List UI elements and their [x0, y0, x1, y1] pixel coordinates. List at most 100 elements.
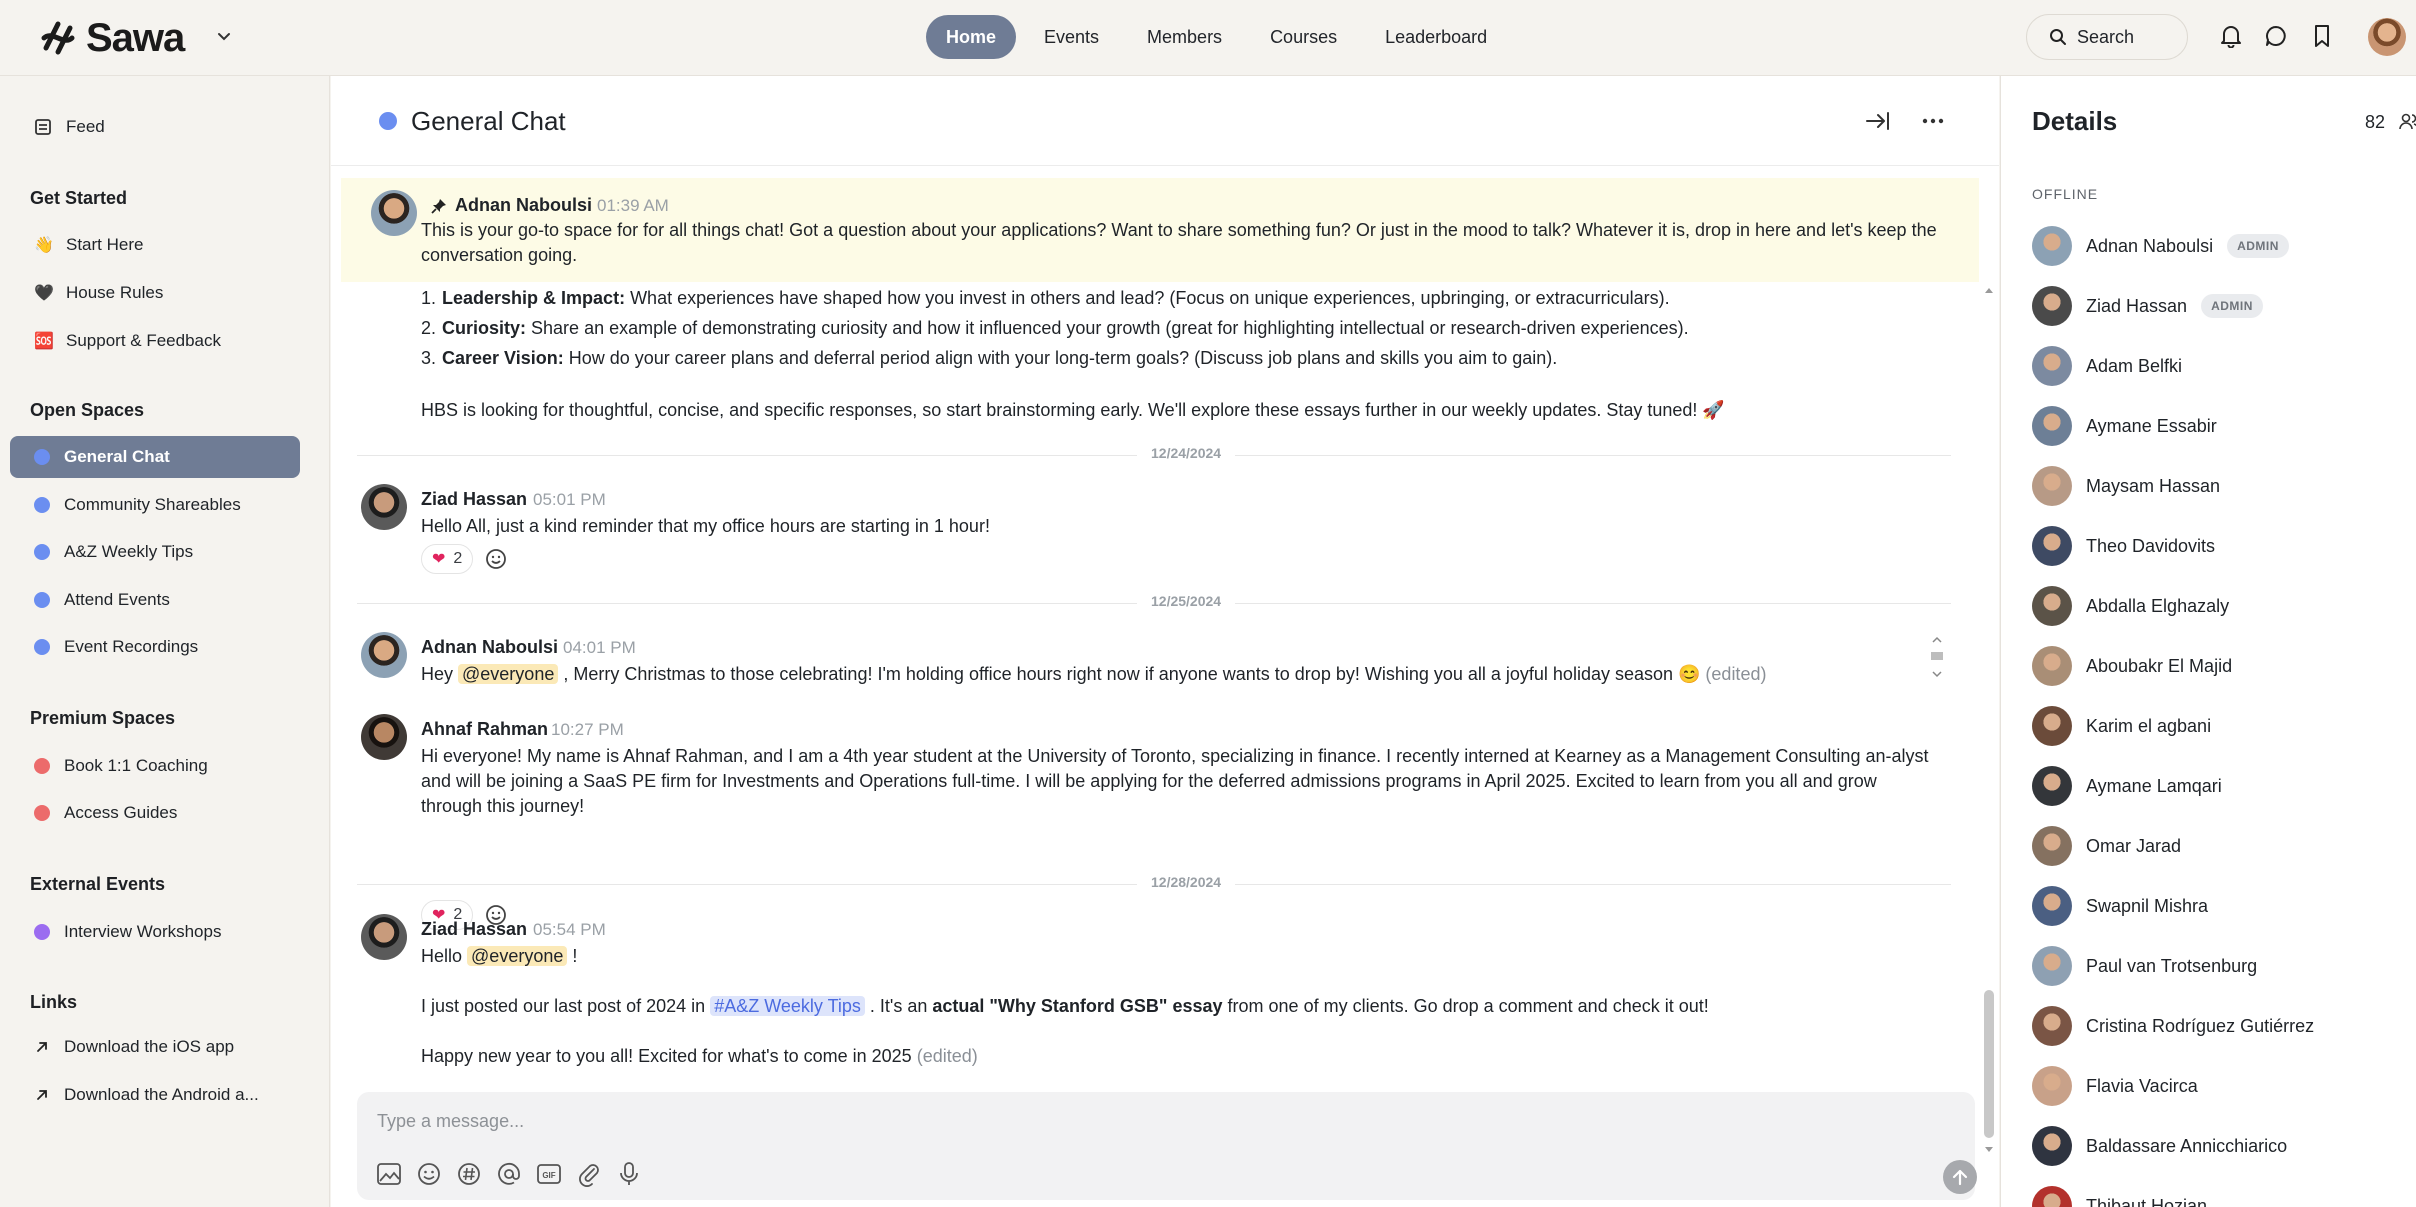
arrow-up-icon — [1952, 1169, 1968, 1186]
member-item[interactable]: Flavia Vacirca — [2032, 1066, 2198, 1106]
sidebar-item-community-shareables[interactable]: Community Shareables — [10, 484, 300, 526]
nav-members[interactable]: Members — [1127, 15, 1242, 59]
member-item[interactable]: Karim el agbani — [2032, 706, 2211, 746]
nav-home[interactable]: Home — [926, 15, 1017, 59]
sidebar-item-start-here[interactable]: 👋 Start Here — [10, 224, 300, 266]
member-item[interactable]: Aymane Essabir — [2032, 406, 2217, 446]
brand-logo[interactable]: Sawa — [38, 15, 185, 60]
message-author[interactable]: Ziad Hassan — [421, 919, 527, 940]
sidebar-item-label: Attend Events — [64, 590, 170, 609]
sidebar-item-label: Download the Android a... — [64, 1085, 259, 1104]
message-input[interactable] — [377, 1106, 1937, 1136]
add-reaction-button[interactable] — [481, 544, 511, 574]
sidebar-item-weekly-tips[interactable]: A&Z Weekly Tips — [10, 531, 300, 573]
bookmark-icon[interactable] — [2312, 24, 2332, 48]
member-item[interactable]: Baldassare Annicchiarico — [2032, 1126, 2287, 1166]
member-item[interactable]: Adam Belfki — [2032, 346, 2182, 386]
member-item[interactable]: Adnan Naboulsi ADMIN — [2032, 226, 2289, 266]
chat-bubble-icon[interactable] — [2264, 24, 2288, 48]
member-item[interactable]: Theo Davidovits — [2032, 526, 2215, 566]
channel-dot-icon — [379, 112, 397, 130]
message-author[interactable]: Adnan Naboulsi — [455, 195, 592, 216]
scroll-thumb[interactable] — [1984, 990, 1994, 1138]
emoji-icon[interactable] — [415, 1160, 443, 1188]
sidebar-item-label: Book 1:1 Coaching — [64, 756, 208, 775]
member-item[interactable]: Ziad Hassan ADMIN — [2032, 286, 2263, 326]
collapse-panel-icon[interactable] — [1865, 110, 1891, 132]
channel-dot-icon — [34, 924, 50, 940]
message-scrollbar[interactable] — [1929, 634, 1945, 680]
sidebar-item-general-chat[interactable]: General Chat — [10, 436, 300, 478]
message-author[interactable]: Ahnaf Rahman — [421, 719, 548, 740]
send-button[interactable] — [1943, 1160, 1977, 1194]
member-item[interactable]: Swapnil Mishra — [2032, 886, 2208, 926]
sidebar-item-attend-events[interactable]: Attend Events — [10, 579, 300, 621]
search-icon — [2050, 29, 2066, 45]
user-avatar[interactable] — [2368, 18, 2406, 56]
chat-scrollbar[interactable] — [1981, 286, 1997, 1152]
mention-everyone[interactable]: @everyone — [458, 664, 559, 684]
channel-dot-icon — [34, 592, 50, 608]
hashtag-icon[interactable] — [455, 1160, 483, 1188]
edited-label: (edited) — [1705, 664, 1767, 684]
sidebar-item-support-feedback[interactable]: 🆘 Support & Feedback — [10, 320, 300, 362]
sidebar-item-event-recordings[interactable]: Event Recordings — [10, 626, 300, 668]
sidebar-item-interview-workshops[interactable]: Interview Workshops — [10, 911, 300, 953]
member-item[interactable]: Aymane Lamqari — [2032, 766, 2222, 806]
more-options-icon[interactable] — [1921, 110, 1945, 132]
member-name: Paul van Trotsenburg — [2086, 955, 2258, 976]
microphone-icon[interactable] — [615, 1160, 643, 1188]
nav-leaderboard[interactable]: Leaderboard — [1365, 15, 1507, 59]
member-item[interactable]: Paul van Trotsenburg — [2032, 946, 2257, 986]
sidebar-item-feed[interactable]: Feed — [10, 106, 300, 148]
date-label: 12/24/2024 — [1137, 445, 1236, 461]
sidebar-item-ios-app[interactable]: Download the iOS app — [10, 1026, 300, 1068]
svg-text:GIF: GIF — [542, 1171, 555, 1180]
avatar[interactable] — [371, 190, 417, 236]
members-icon[interactable] — [2399, 112, 2416, 132]
sidebar-item-book-coaching[interactable]: Book 1:1 Coaching — [10, 745, 300, 787]
member-item[interactable]: Maysam Hassan — [2032, 466, 2220, 506]
member-item[interactable]: Aboubakr El Majid — [2032, 646, 2232, 686]
section-title-open-spaces: Open Spaces — [30, 400, 145, 420]
arrow-up-right-icon — [37, 1042, 47, 1052]
section-title-premium-spaces: Premium Spaces — [30, 708, 176, 728]
admin-badge: ADMIN — [2201, 294, 2263, 318]
member-item[interactable]: Thibaut Hozian — [2032, 1186, 2207, 1207]
paperclip-icon[interactable] — [575, 1160, 603, 1188]
list-item-body: Career Vision: How do your career plans … — [442, 343, 1557, 373]
message-author[interactable]: Ziad Hassan — [421, 489, 527, 510]
list-item: 3. Career Vision: How do your career pla… — [421, 343, 1921, 373]
avatar[interactable] — [361, 914, 407, 960]
message-author[interactable]: Adnan Naboulsi — [421, 637, 558, 658]
nav-events[interactable]: Events — [1024, 15, 1119, 59]
member-item[interactable]: Cristina Rodríguez Gutiérrez — [2032, 1006, 2314, 1046]
mention-icon[interactable] — [495, 1160, 523, 1188]
search-button[interactable]: Search — [2026, 14, 2188, 60]
text-segment: Happy new year to you all! Excited for w… — [421, 1046, 917, 1066]
nav-courses[interactable]: Courses — [1250, 15, 1357, 59]
avatar — [2032, 406, 2072, 446]
member-item[interactable]: Abdalla Elghazaly — [2032, 586, 2229, 626]
channel-link[interactable]: #A&Z Weekly Tips — [710, 996, 865, 1016]
reaction-heart[interactable]: ❤ 2 — [421, 544, 474, 574]
image-icon[interactable] — [375, 1160, 403, 1188]
mention-everyone[interactable]: @everyone — [467, 946, 568, 966]
avatar[interactable] — [361, 632, 407, 678]
sidebar-item-android-app[interactable]: Download the Android a... — [10, 1074, 300, 1116]
sidebar-item-house-rules[interactable]: 🖤 House Rules — [10, 272, 300, 314]
message-time: 05:01 PM — [533, 490, 606, 509]
text-bold: actual "Why Stanford GSB" essay — [932, 996, 1223, 1016]
member-item[interactable]: Omar Jarad — [2032, 826, 2181, 866]
avatar[interactable] — [361, 714, 407, 760]
message-text: I just posted our last post of 2024 in #… — [421, 994, 1941, 1019]
avatar[interactable] — [361, 484, 407, 530]
chevron-down-icon[interactable] — [216, 28, 232, 44]
offline-label: OFFLINE — [2032, 186, 2099, 202]
gif-icon[interactable]: GIF — [535, 1160, 563, 1188]
sidebar-item-access-guides[interactable]: Access Guides — [10, 792, 300, 834]
brand-name: Sawa — [86, 15, 185, 60]
bell-icon[interactable] — [2220, 24, 2242, 48]
message-time: 04:01 PM — [563, 638, 636, 657]
list-item: 2. Curiosity: Share an example of demons… — [421, 313, 1921, 343]
